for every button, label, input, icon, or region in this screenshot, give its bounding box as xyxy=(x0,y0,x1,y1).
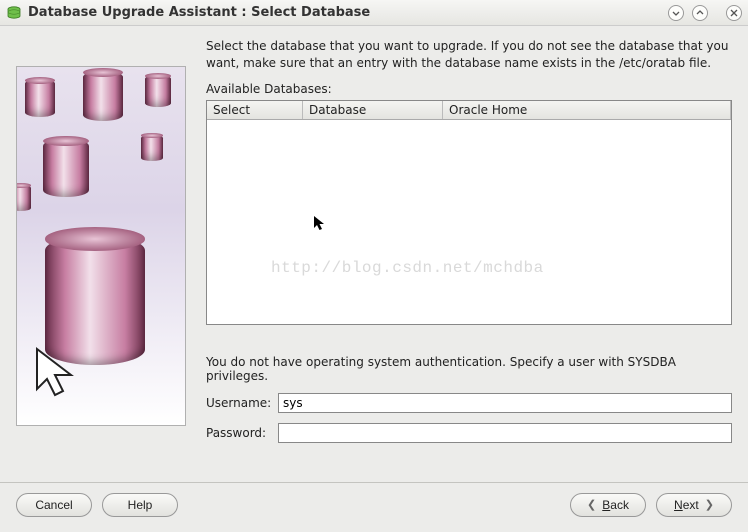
mouse-cursor-icon xyxy=(313,215,327,233)
auth-message: You do not have operating system authent… xyxy=(206,355,732,383)
password-label: Password: xyxy=(206,426,278,440)
intro-text: Select the database that you want to upg… xyxy=(206,38,732,72)
available-databases-label: Available Databases: xyxy=(206,82,732,96)
app-icon xyxy=(6,5,22,21)
password-row: Password: xyxy=(206,423,732,443)
maximize-button[interactable] xyxy=(692,5,708,21)
help-button[interactable]: Help xyxy=(102,493,178,517)
column-select[interactable]: Select xyxy=(207,101,303,119)
username-row: Username: xyxy=(206,393,732,413)
wizard-image-panel xyxy=(16,66,186,426)
main-panel: Select the database that you want to upg… xyxy=(186,38,732,482)
footer: Cancel Help ❮ Back Next ❯ xyxy=(0,482,748,526)
column-database[interactable]: Database xyxy=(303,101,443,119)
username-label: Username: xyxy=(206,396,278,410)
databases-table[interactable]: Select Database Oracle Home http://blog.… xyxy=(206,100,732,325)
table-header: Select Database Oracle Home xyxy=(207,101,731,120)
window-controls xyxy=(668,5,742,21)
chevron-right-icon: ❯ xyxy=(705,498,714,511)
close-button[interactable] xyxy=(726,5,742,21)
window-title: Database Upgrade Assistant : Select Data… xyxy=(28,5,668,20)
username-input[interactable] xyxy=(278,393,732,413)
titlebar: Database Upgrade Assistant : Select Data… xyxy=(0,0,748,26)
cancel-button[interactable]: Cancel xyxy=(16,493,92,517)
column-oracle-home[interactable]: Oracle Home xyxy=(443,101,731,119)
next-button[interactable]: Next ❯ xyxy=(656,493,732,517)
minimize-button[interactable] xyxy=(668,5,684,21)
watermark-text: http://blog.csdn.net/mchdba xyxy=(271,259,544,277)
content-area: Select the database that you want to upg… xyxy=(0,26,748,482)
back-button[interactable]: ❮ Back xyxy=(570,493,646,517)
chevron-left-icon: ❮ xyxy=(587,498,596,511)
password-input[interactable] xyxy=(278,423,732,443)
